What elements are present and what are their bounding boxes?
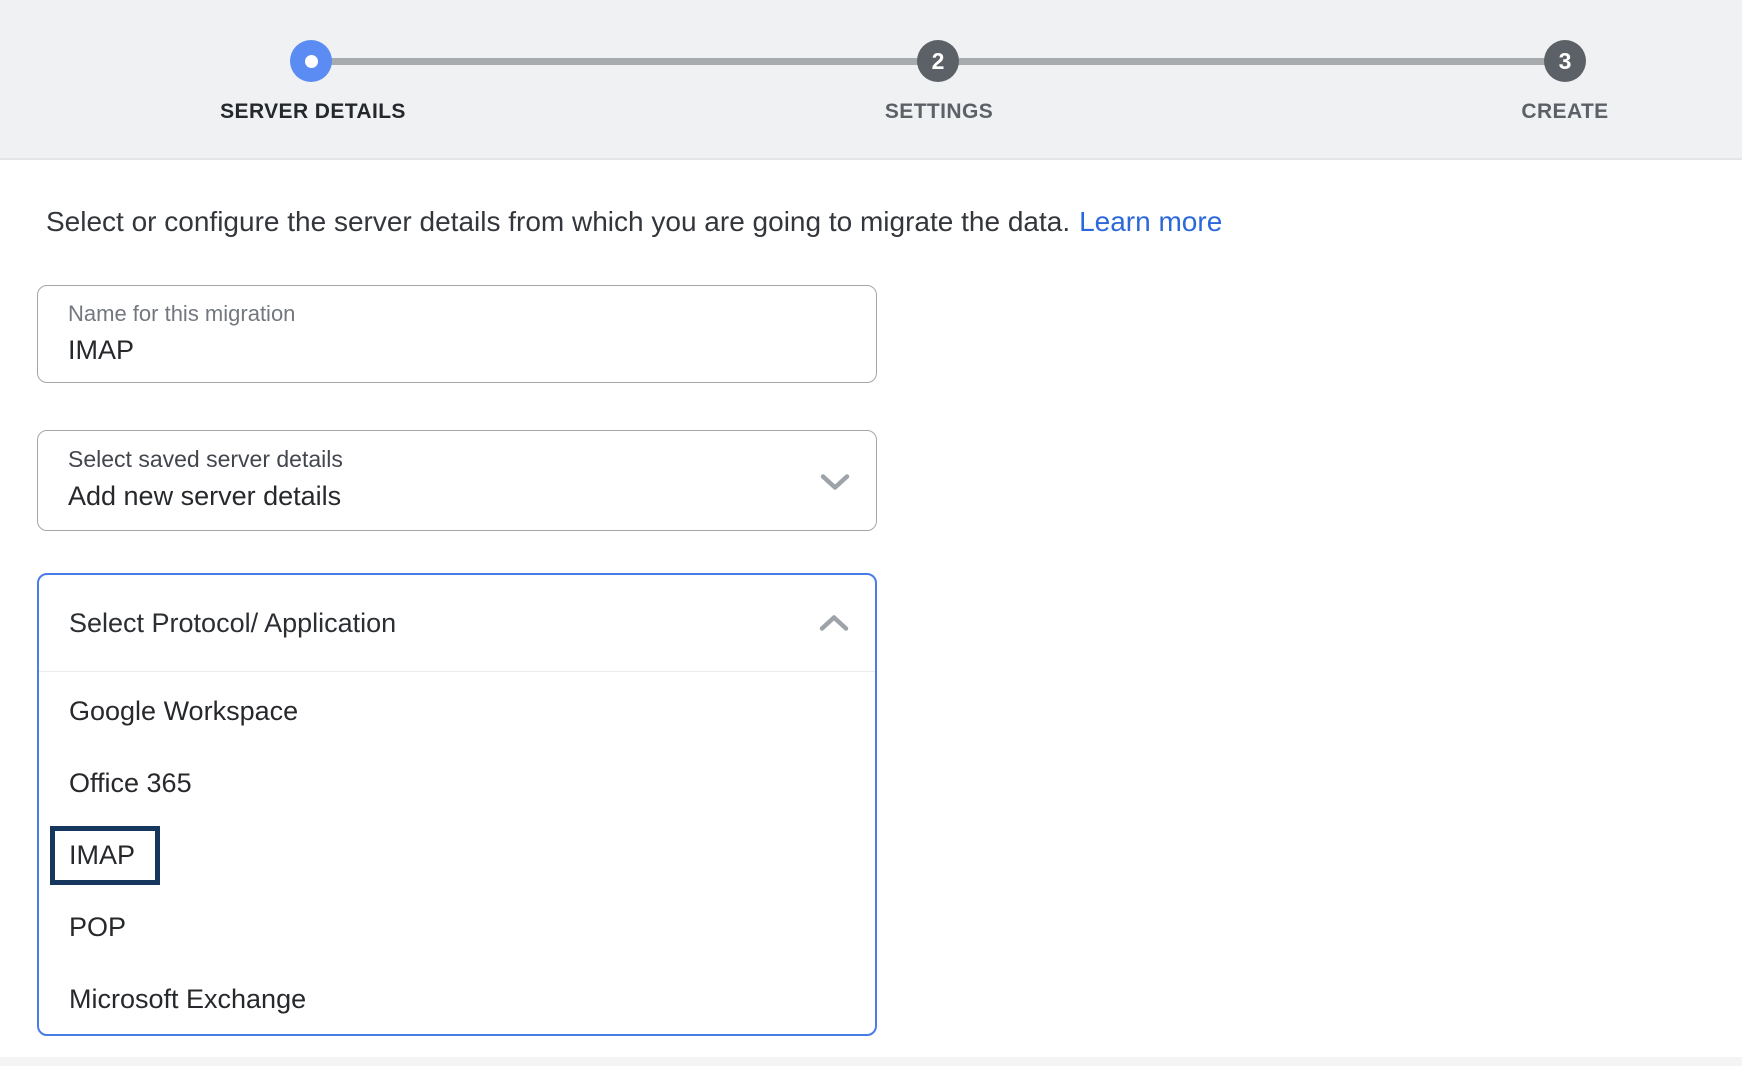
protocol-select-label: Select Protocol/ Application <box>69 608 396 639</box>
focused-option-ring: IMAP <box>50 826 160 885</box>
page-bottom-strip <box>0 1057 1742 1066</box>
wizard-stepper: 2 3 SERVER DETAILS SETTINGS CREATE <box>0 0 1742 160</box>
step-label-server-details: SERVER DETAILS <box>220 100 406 124</box>
step-indicator-server-details[interactable] <box>290 40 332 82</box>
protocol-options-list: Google Workspace Office 365 IMAP POP Mic… <box>39 672 875 1035</box>
migration-name-value: IMAP <box>68 332 876 368</box>
saved-server-label: Select saved server details <box>68 444 876 475</box>
option-microsoft-exchange[interactable]: Microsoft Exchange <box>39 963 875 1035</box>
protocol-select-header[interactable]: Select Protocol/ Application <box>39 575 875 671</box>
migration-name-label: Name for this migration <box>68 299 876 329</box>
active-step-dot-icon <box>305 55 318 68</box>
option-imap[interactable]: IMAP <box>39 819 875 891</box>
migration-name-input[interactable]: Name for this migration IMAP <box>37 285 877 383</box>
step-number: 2 <box>932 48 945 75</box>
description-text: Select or configure the server details f… <box>46 206 1070 237</box>
page-description: Select or configure the server details f… <box>46 206 1222 238</box>
migration-wizard-page: 2 3 SERVER DETAILS SETTINGS CREATE Selec… <box>0 0 1742 1066</box>
chevron-up-icon[interactable] <box>819 614 849 632</box>
option-pop[interactable]: POP <box>39 891 875 963</box>
learn-more-link[interactable]: Learn more <box>1079 206 1222 237</box>
step-indicator-settings[interactable]: 2 <box>917 40 959 82</box>
protocol-select: Select Protocol/ Application Google Work… <box>37 573 877 1036</box>
step-label-create: CREATE <box>1521 100 1608 124</box>
step-number: 3 <box>1559 48 1572 75</box>
saved-server-value: Add new server details <box>68 478 876 514</box>
chevron-down-icon[interactable] <box>820 473 850 491</box>
saved-server-select[interactable]: Select saved server details Add new serv… <box>37 430 877 531</box>
step-label-settings: SETTINGS <box>885 100 993 124</box>
step-indicator-create[interactable]: 3 <box>1544 40 1586 82</box>
option-office-365[interactable]: Office 365 <box>39 747 875 819</box>
option-google-workspace[interactable]: Google Workspace <box>39 675 875 747</box>
